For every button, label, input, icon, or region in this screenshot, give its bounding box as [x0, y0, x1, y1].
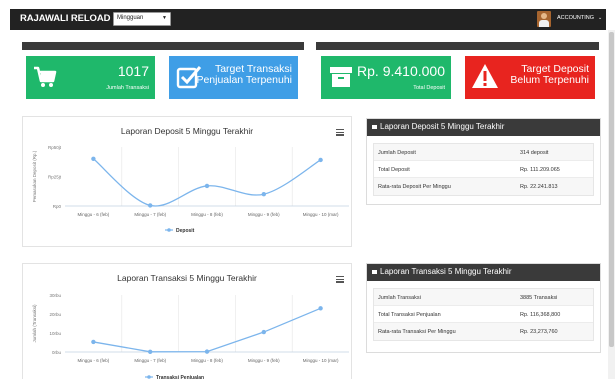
- stat-target-transaksi-label: Target Transaksi Penjualan Terpenuhi: [196, 64, 292, 86]
- row-value: 3885 Transaksi: [520, 295, 558, 301]
- row-value: Rp. 22.241.813: [520, 184, 558, 190]
- legend-marker: [167, 228, 171, 232]
- row-value: Rp. 23,273,760: [520, 329, 558, 335]
- x-tick-label: Minggu - 7 (feb): [134, 212, 166, 217]
- x-tick-label: Minggu - 9 (feb): [248, 358, 280, 363]
- scrollbar-thumb[interactable]: [609, 32, 614, 347]
- x-tick-label: Minggu - 6 (feb): [78, 358, 110, 363]
- row-value: Rp. 116,368,800: [520, 312, 561, 318]
- avatar[interactable]: [537, 11, 551, 27]
- data-point: [204, 349, 210, 354]
- transaksi-summary-header: Laporan Transaksi 5 Minggu Terakhir: [367, 264, 600, 281]
- data-point: [261, 329, 266, 335]
- data-point: [261, 192, 266, 197]
- transaksi-chart-card: Laporan Transaksi 5 Minggu Terakhir 0rbu…: [22, 263, 352, 379]
- brand-logo[interactable]: RAJAWALI RELOAD: [20, 13, 110, 24]
- legend-label: Transaksi Penjualan: [156, 375, 204, 379]
- table-row: Rata-rata Transaksi Per Minggu Rp. 23,273…: [374, 323, 593, 340]
- legend-marker: [147, 375, 151, 379]
- archive-box-icon: [330, 67, 352, 87]
- user-menu-label: ACCOUNTING: [557, 15, 594, 21]
- y-tick-label: Rp50jt: [48, 145, 62, 150]
- deposit-chart-card: Laporan Deposit 5 Minggu Terakhir Rp0 Rp2…: [22, 116, 352, 247]
- y-tick-label: 20rbu: [49, 312, 61, 317]
- x-tick-label: Minggu - 8 (feb): [191, 358, 223, 363]
- y-tick-label: 30rbu: [49, 293, 61, 298]
- x-tick-label: Minggu - 6 (feb): [78, 212, 110, 217]
- series-line: [92, 158, 321, 207]
- deposit-summary-table: Jumlah Deposit 314 deposit Total Deposit R…: [373, 143, 594, 196]
- row-key: Jumlah Deposit: [378, 150, 416, 156]
- deposit-summary-card: Laporan Deposit 5 Minggu Terakhir Jumlah…: [366, 118, 601, 205]
- stat-box-deposit[interactable]: Rp. 9.410.000 Total Deposit: [321, 56, 451, 99]
- row-key: Jumlah Transaksi: [378, 295, 421, 301]
- row-value: 314 deposit: [520, 150, 549, 156]
- stat-box-target-transaksi[interactable]: Target Transaksi Penjualan Terpenuhi: [169, 56, 298, 99]
- data-point: [91, 156, 96, 161]
- panel-icon: [372, 269, 377, 274]
- x-tick-label: Minggu - 7 (feb): [134, 358, 166, 363]
- table-row: Rata-rata Deposit Per Minggu Rp. 22.241.8…: [374, 178, 593, 195]
- stat-transaksi-label: Jumlah Transaksi: [106, 85, 149, 91]
- warning-icon: [472, 64, 498, 88]
- row-key: Total Transaksi Penjualan: [378, 312, 441, 318]
- table-row: Jumlah Deposit 314 deposit: [374, 144, 593, 161]
- stat-target-transaksi-line2: Penjualan Terpenuhi: [196, 74, 292, 86]
- panel-header-deposit: [316, 42, 599, 50]
- table-row: Total Transaksi Penjualan Rp. 116,368,800: [374, 306, 593, 323]
- stat-box-transaksi[interactable]: 1017 Jumlah Transaksi: [26, 56, 155, 99]
- row-value: Rp. 111.209.065: [520, 167, 560, 173]
- cart-icon: [34, 66, 57, 87]
- deposit-chart: Rp0 Rp25jt Rp50jt Pemasukan Deposit (Rp.) Mi…: [32, 145, 349, 234]
- panel-header-transaksi: [22, 42, 304, 50]
- legend-label: Deposit: [176, 228, 195, 234]
- data-point: [148, 203, 153, 208]
- top-navbar: RAJAWALI RELOAD Mingguan ▼ ACCOUNTING ⌄: [10, 9, 606, 30]
- data-point: [318, 306, 323, 311]
- data-point: [91, 339, 96, 345]
- x-tick-label: Minggu - 10 (mar): [303, 212, 339, 217]
- stat-deposit-value: Rp. 9.410.000: [357, 63, 445, 79]
- chevron-down-icon: ⌄: [597, 15, 603, 21]
- table-row: Total Deposit Rp. 111.209.065: [374, 161, 593, 178]
- user-menu[interactable]: ACCOUNTING ⌄: [557, 15, 602, 21]
- x-tick-label: Minggu - 8 (feb): [191, 212, 223, 217]
- row-key: Rata-rata Deposit Per Minggu: [378, 184, 451, 190]
- table-row: Jumlah Transaksi 3885 Transaksi: [374, 289, 593, 306]
- stat-box-target-deposit[interactable]: Target Deposit Belum Terpenuhi: [465, 56, 595, 99]
- row-key: Total Deposit: [378, 167, 410, 173]
- y-tick-label: Rp0: [53, 204, 62, 209]
- transaksi-summary-table: Jumlah Transaksi 3885 Transaksi Total Tra…: [373, 288, 594, 341]
- stat-target-deposit-line2: Belum Terpenuhi: [510, 74, 589, 86]
- data-point: [148, 349, 153, 355]
- transaksi-chart: 0rbu 10rbu 20rbu 30rbu Jumlah (Transaksi) Min…: [32, 293, 349, 379]
- x-tick-label: Minggu - 9 (feb): [248, 212, 280, 217]
- data-point: [204, 183, 210, 189]
- panel-icon: [372, 124, 377, 129]
- transaksi-summary-title: Laporan Transaksi 5 Minggu Terakhir: [380, 267, 512, 276]
- y-tick-label: Rp25jt: [48, 175, 62, 180]
- y-tick-label: 0rbu: [52, 350, 62, 355]
- chevron-down-icon: ▼: [162, 15, 167, 21]
- row-key: Rata-rata Transaksi Per Minggu: [378, 329, 456, 335]
- period-select[interactable]: Mingguan ▼: [113, 12, 171, 26]
- stat-transaksi-value: 1017: [117, 63, 149, 79]
- x-tick-label: Minggu - 10 (mar): [303, 358, 339, 363]
- stat-deposit-label: Total Deposit: [413, 85, 445, 91]
- y-axis-label: Pemasukan Deposit (Rp.): [32, 150, 37, 202]
- deposit-summary-header: Laporan Deposit 5 Minggu Terakhir: [367, 119, 600, 136]
- transaksi-summary-card: Laporan Transaksi 5 Minggu Terakhir Juml…: [366, 263, 601, 353]
- stat-target-deposit-label: Target Deposit Belum Terpenuhi: [510, 64, 589, 86]
- y-axis-label: Jumlah (Transaksi): [32, 304, 37, 343]
- deposit-summary-title: Laporan Deposit 5 Minggu Terakhir: [380, 122, 505, 131]
- series-line: [93, 307, 321, 353]
- y-tick-label: 10rbu: [49, 331, 61, 336]
- data-point: [318, 157, 323, 163]
- period-select-value: Mingguan: [117, 15, 144, 21]
